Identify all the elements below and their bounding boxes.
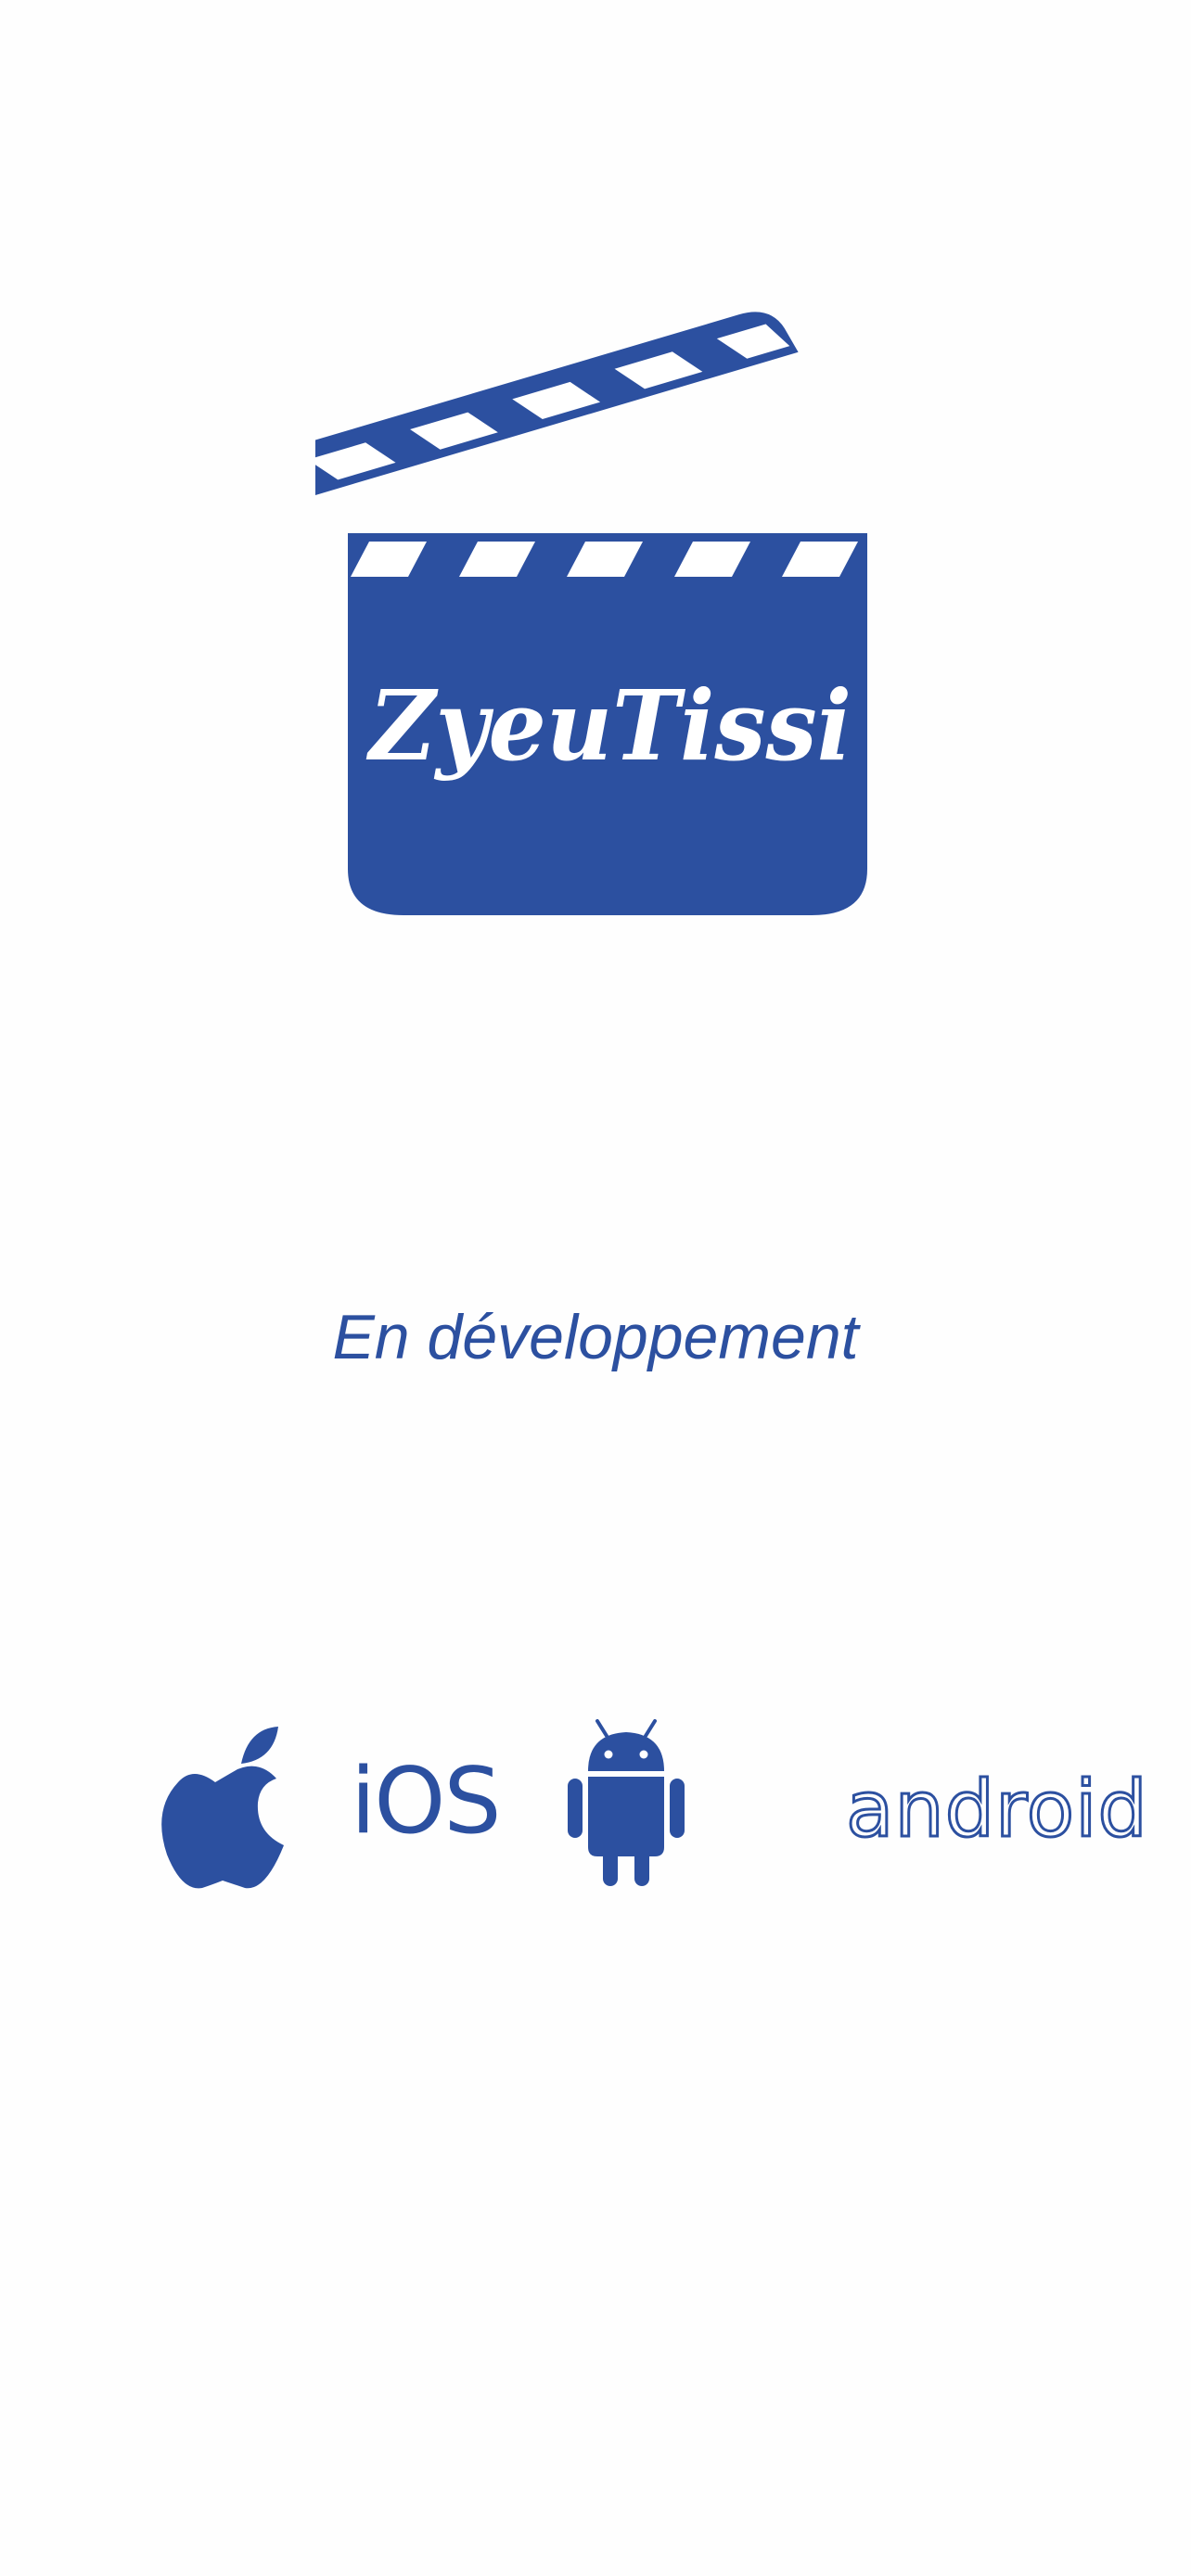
zyeutissi-logo: ZyeuTissi	[315, 312, 867, 915]
clapperboard-icon: ZyeuTissi	[315, 312, 867, 915]
ios-label: iOS	[351, 1749, 502, 1855]
android-label: android	[845, 1764, 1149, 1855]
status-text: En développement	[332, 1302, 859, 1372]
android-robot-icon	[568, 1719, 685, 1886]
logo-text: ZyeuTissi	[365, 669, 852, 783]
ios-badge[interactable]: iOS	[148, 1706, 519, 1892]
apple-icon	[161, 1727, 284, 1889]
platform-badges: iOS android	[148, 1706, 1148, 1892]
android-badge[interactable]: android	[557, 1706, 1148, 1892]
